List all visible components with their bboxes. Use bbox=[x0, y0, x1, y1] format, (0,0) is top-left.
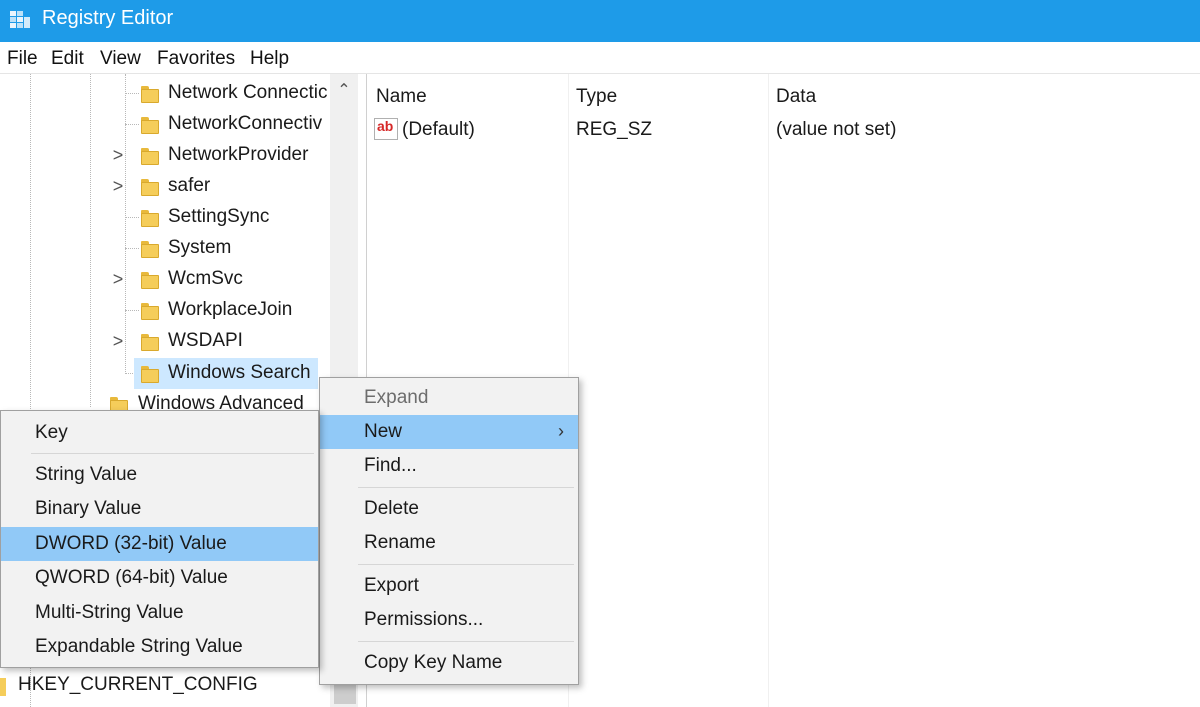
menu-item-label: Delete bbox=[364, 498, 419, 519]
menu-item-label: Export bbox=[364, 575, 419, 596]
column-header-data[interactable]: Data bbox=[776, 86, 816, 108]
menu-separator bbox=[358, 641, 574, 642]
submenu-item-dword-value[interactable]: DWORD (32-bit) Value bbox=[1, 527, 318, 561]
menu-item-label: Expand bbox=[364, 387, 429, 408]
registry-editor-icon bbox=[10, 11, 30, 28]
menu-item-label: DWORD (32-bit) Value bbox=[35, 533, 227, 554]
submenu-item-qword-value[interactable]: QWORD (64-bit) Value bbox=[1, 561, 318, 595]
folder-icon bbox=[141, 117, 159, 134]
tree-item[interactable]: > safer bbox=[0, 171, 340, 202]
tree-connector bbox=[125, 93, 139, 94]
menu-item-export[interactable]: Export bbox=[320, 569, 578, 603]
menu-separator bbox=[358, 564, 574, 565]
menu-separator bbox=[358, 487, 574, 488]
submenu-item-multi-string-value[interactable]: Multi-String Value bbox=[1, 596, 318, 630]
submenu-item-binary-value[interactable]: Binary Value bbox=[1, 492, 318, 526]
menu-item-label: Binary Value bbox=[35, 498, 142, 519]
folder-icon bbox=[141, 272, 159, 289]
tree-item-label: System bbox=[168, 237, 232, 258]
title-bar: Registry Editor bbox=[0, 0, 1200, 42]
folder-icon bbox=[141, 366, 159, 383]
menu-item-label: Copy Key Name bbox=[364, 652, 503, 673]
folder-icon bbox=[141, 303, 159, 320]
menu-item-label: New bbox=[364, 421, 403, 442]
submenu-item-string-value[interactable]: String Value bbox=[1, 458, 318, 492]
tree-item-label: WcmSvc bbox=[168, 268, 243, 289]
menu-item-label: Rename bbox=[364, 532, 436, 553]
menu-item-delete[interactable]: Delete bbox=[320, 492, 578, 526]
tree-item[interactable]: > NetworkProvider bbox=[0, 140, 340, 171]
string-value-icon-text: ab bbox=[377, 118, 394, 134]
menu-item-new[interactable]: New › bbox=[320, 415, 578, 449]
column-header-type[interactable]: Type bbox=[576, 86, 617, 108]
folder-icon bbox=[141, 334, 159, 351]
menu-edit[interactable]: Edit bbox=[51, 48, 84, 70]
tree-item[interactable]: > WSDAPI bbox=[0, 326, 340, 357]
window-title: Registry Editor bbox=[42, 7, 174, 29]
menu-item-label: Find... bbox=[364, 455, 417, 476]
string-value-icon: ab bbox=[374, 116, 400, 142]
folder-icon bbox=[141, 148, 159, 165]
tree-connector bbox=[125, 217, 139, 218]
context-menu: Expand New › Find... Delete Rename Expor… bbox=[319, 377, 579, 685]
tree-item-label: Network Connectic bbox=[168, 82, 328, 103]
tree-item-hkey-current-config[interactable]: HKEY_CURRENT_CONFIG bbox=[0, 672, 330, 702]
menu-item-label: QWORD (64-bit) Value bbox=[35, 567, 228, 588]
menu-item-permissions[interactable]: Permissions... bbox=[320, 603, 578, 637]
submenu-item-expandable-string-value[interactable]: Expandable String Value bbox=[1, 630, 318, 664]
menu-item-label: Multi-String Value bbox=[35, 602, 184, 623]
tree-connector bbox=[125, 124, 139, 125]
menu-item-label: Expandable String Value bbox=[35, 636, 243, 657]
column-header-name[interactable]: Name bbox=[376, 86, 427, 108]
value-data: (value not set) bbox=[776, 119, 897, 140]
chevron-right-icon[interactable]: > bbox=[110, 269, 126, 290]
tree-item-label: HKEY_CURRENT_CONFIG bbox=[18, 674, 258, 695]
tree-item[interactable]: WorkplaceJoin bbox=[0, 295, 340, 326]
menu-item-label: Permissions... bbox=[364, 609, 484, 630]
chevron-right-icon[interactable]: > bbox=[110, 176, 126, 197]
folder-icon bbox=[0, 678, 6, 696]
tree-connector bbox=[125, 248, 139, 249]
folder-icon bbox=[141, 210, 159, 227]
menu-view[interactable]: View bbox=[100, 48, 141, 70]
value-name[interactable]: (Default) bbox=[402, 119, 475, 141]
chevron-right-icon[interactable]: > bbox=[110, 331, 126, 352]
menu-file[interactable]: File bbox=[7, 48, 38, 70]
tree-item-label: WorkplaceJoin bbox=[168, 299, 293, 320]
menu-item-expand[interactable]: Expand bbox=[320, 381, 578, 415]
menu-item-label: Key bbox=[35, 422, 68, 443]
menu-separator bbox=[31, 453, 314, 454]
tree-item-label: NetworkConnectiv bbox=[168, 113, 323, 134]
menu-bar: File Edit View Favorites Help bbox=[0, 42, 1200, 74]
menu-item-find[interactable]: Find... bbox=[320, 449, 578, 483]
new-submenu: Key String Value Binary Value DWORD (32-… bbox=[0, 410, 319, 668]
tree-item-label: SettingSync bbox=[168, 206, 270, 227]
folder-icon bbox=[141, 86, 159, 103]
menu-favorites[interactable]: Favorites bbox=[157, 48, 235, 70]
tree-item[interactable]: NetworkConnectiv bbox=[0, 109, 340, 140]
folder-icon bbox=[141, 179, 159, 196]
menu-help[interactable]: Help bbox=[250, 48, 289, 70]
tree-item-label: WSDAPI bbox=[168, 330, 243, 351]
value-type: REG_SZ bbox=[576, 119, 653, 140]
scroll-up-icon[interactable]: ⌃ bbox=[333, 80, 355, 106]
chevron-right-icon: › bbox=[558, 421, 564, 441]
menu-item-copy-key-name[interactable]: Copy Key Name bbox=[320, 646, 578, 680]
tree-item-label: Windows Search bbox=[168, 362, 311, 383]
tree-item[interactable]: Network Connectic bbox=[0, 78, 340, 109]
menu-item-rename[interactable]: Rename bbox=[320, 526, 578, 560]
chevron-right-icon[interactable]: > bbox=[110, 145, 126, 166]
tree-item[interactable]: System bbox=[0, 233, 340, 264]
tree-connector bbox=[125, 310, 139, 311]
submenu-item-key[interactable]: Key bbox=[1, 416, 318, 450]
tree-item-selected[interactable]: Windows Search bbox=[0, 358, 340, 389]
folder-icon bbox=[141, 241, 159, 258]
tree-item-label: NetworkProvider bbox=[168, 144, 309, 165]
tree-item[interactable]: > WcmSvc bbox=[0, 264, 340, 295]
tree-item-label: safer bbox=[168, 175, 211, 196]
tree-item[interactable]: SettingSync bbox=[0, 202, 340, 233]
menu-item-label: String Value bbox=[35, 464, 138, 485]
column-separator bbox=[768, 74, 769, 707]
